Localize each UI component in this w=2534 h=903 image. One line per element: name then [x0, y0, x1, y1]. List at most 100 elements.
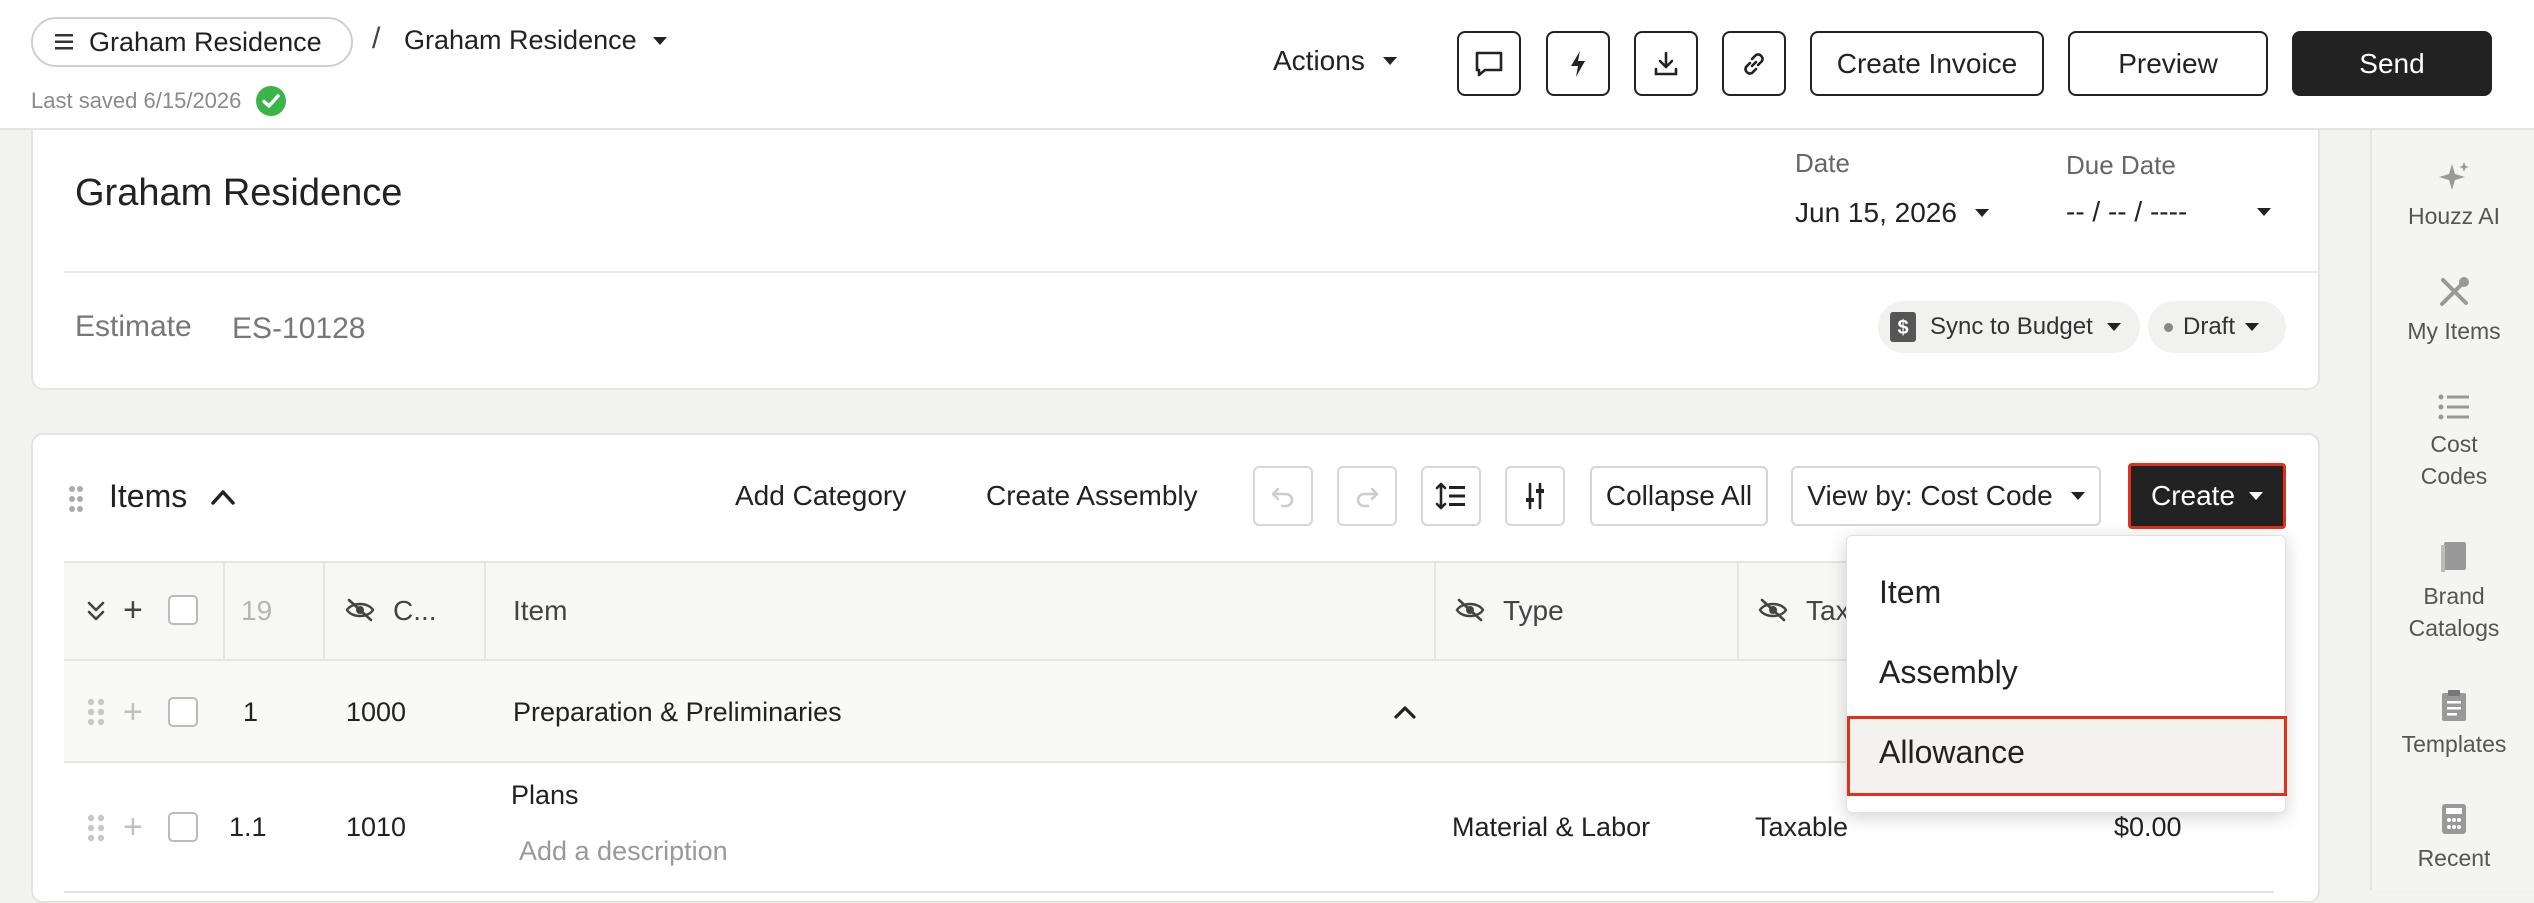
calculator-icon: [2442, 804, 2466, 834]
add-row-icon[interactable]: +: [123, 593, 143, 627]
top-bar: Graham Residence / Graham Residence Last…: [0, 0, 2534, 130]
collapse-all-button[interactable]: Collapse All: [1590, 466, 1768, 526]
sidebar-item-recent[interactable]: Recent: [2372, 802, 2534, 874]
drag-handle-icon[interactable]: [86, 813, 106, 843]
tools-icon: [2440, 277, 2469, 306]
sidebar-item-brand-catalogs[interactable]: Brand Catalogs: [2372, 540, 2534, 644]
sidebar-item-label: Recent: [2417, 845, 2491, 871]
copy-link-button[interactable]: [1722, 31, 1786, 96]
category-name[interactable]: Preparation & Preliminaries: [513, 697, 842, 728]
undo-button[interactable]: [1253, 466, 1313, 526]
column-header-item[interactable]: Item: [513, 595, 567, 627]
preview-button[interactable]: Preview: [2068, 31, 2268, 96]
column-header-code[interactable]: C...: [393, 595, 437, 627]
add-row-icon[interactable]: +: [123, 810, 143, 844]
status-label: Draft: [2183, 313, 2236, 340]
line-height-icon: [1435, 482, 1465, 510]
sidebar-item-label: Templates: [2401, 731, 2507, 757]
sidebar-item-houzz-ai[interactable]: Houzz AI: [2372, 160, 2534, 232]
list-icon: [2438, 394, 2469, 420]
create-menu: Item Assembly Allowance: [1846, 535, 2287, 813]
sidebar-item-label: Cost Codes: [2420, 431, 2488, 489]
sidebar-item-my-items[interactable]: My Items: [2372, 275, 2534, 347]
due-date-value: -- / -- / ----: [2066, 196, 2188, 227]
chevron-down-icon: [2070, 492, 2085, 500]
add-row-icon[interactable]: +: [123, 695, 143, 729]
project-switcher[interactable]: Graham Residence: [31, 17, 353, 67]
sidebar-item-label: Houzz AI: [2407, 203, 2501, 229]
chevron-down-icon: [652, 36, 667, 45]
menu-icon: [55, 34, 73, 50]
actions-dropdown[interactable]: Actions: [1273, 45, 1397, 77]
svg-text:$: $: [1897, 317, 1908, 339]
row-height-button[interactable]: [1421, 466, 1481, 526]
chevron-up-icon[interactable]: [1393, 703, 1417, 721]
item-name[interactable]: Plans: [511, 780, 579, 811]
chevron-up-icon[interactable]: [210, 487, 236, 507]
quick-action-button[interactable]: [1546, 31, 1610, 96]
create-invoice-button[interactable]: Create Invoice: [1810, 31, 2044, 96]
status-dot-icon: [2164, 322, 2173, 332]
eye-off-icon[interactable]: [345, 597, 375, 623]
item-count: 19: [241, 595, 273, 626]
redo-button[interactable]: [1337, 466, 1397, 526]
download-button[interactable]: [1634, 31, 1698, 96]
menu-item-assembly[interactable]: Assembly: [1879, 654, 2018, 691]
redo-icon: [1356, 487, 1379, 508]
eye-off-icon[interactable]: [1758, 597, 1788, 623]
project-switcher-label: Graham Residence: [89, 26, 322, 57]
comment-button[interactable]: [1457, 31, 1521, 96]
item-description-field[interactable]: Add a description: [519, 836, 728, 867]
dollar-document-icon: $: [1890, 312, 1916, 342]
estimate-number: ES-10128: [232, 312, 366, 345]
eye-off-icon[interactable]: [1455, 597, 1485, 623]
breadcrumb-dropdown[interactable]: Graham Residence: [404, 25, 667, 56]
add-category-button[interactable]: Add Category: [735, 480, 906, 512]
chevron-down-icon: [2245, 323, 2260, 331]
menu-item-item[interactable]: Item: [1879, 574, 1941, 611]
create-button[interactable]: Create: [2128, 463, 2286, 529]
row-number: 1.1: [229, 812, 267, 842]
row-code: 1000: [346, 697, 407, 727]
due-date-label: Due Date: [2066, 150, 2176, 180]
breadcrumb-label: Graham Residence: [404, 25, 637, 55]
drag-handle-icon[interactable]: [86, 697, 106, 727]
column-header-type[interactable]: Type: [1503, 595, 1564, 627]
create-assembly-button[interactable]: Create Assembly: [986, 480, 1198, 512]
sliders-icon: [1526, 482, 1544, 510]
undo-icon: [1271, 487, 1294, 508]
chevron-down-icon: [2106, 323, 2121, 331]
estimate-label: Estimate: [75, 310, 192, 343]
select-all-checkbox[interactable]: [168, 595, 198, 625]
column-header-tax[interactable]: Tax: [1806, 595, 1850, 627]
item-type[interactable]: Material & Labor: [1452, 812, 1650, 843]
expand-all-icon[interactable]: [86, 600, 106, 622]
sidebar-item-templates[interactable]: Templates: [2372, 688, 2534, 760]
sidebar-item-cost-codes[interactable]: Cost Codes: [2372, 392, 2534, 492]
chevron-down-icon: [1974, 209, 1989, 217]
column-settings-button[interactable]: [1505, 466, 1565, 526]
date-value: Jun 15, 2026: [1795, 197, 1957, 228]
row-checkbox[interactable]: [168, 812, 198, 842]
sync-to-budget-button[interactable]: $ Sync to Budget: [1878, 301, 2140, 353]
sidebar-item-label: My Items: [2407, 318, 2501, 344]
row-checkbox[interactable]: [168, 697, 198, 727]
drag-handle-icon[interactable]: [68, 485, 84, 513]
chevron-down-icon: [2257, 208, 2271, 216]
clipboard-icon: [2442, 690, 2466, 721]
bolt-icon: [1571, 50, 1585, 77]
view-by-dropdown[interactable]: View by: Cost Code: [1791, 466, 2101, 526]
item-tax[interactable]: Taxable: [1755, 812, 1848, 843]
send-button[interactable]: Send: [2292, 31, 2492, 96]
create-label: Create: [2150, 480, 2236, 511]
menu-item-allowance[interactable]: Allowance: [1879, 734, 2025, 771]
comment-icon: [1475, 51, 1503, 76]
status-dropdown[interactable]: Draft: [2148, 301, 2286, 353]
items-section-title: Items: [109, 478, 188, 514]
view-by-label: View by: Cost Code: [1807, 480, 2053, 511]
breadcrumb-separator: /: [372, 22, 381, 55]
download-icon: [1654, 51, 1678, 75]
due-date-picker[interactable]: -- / -- / ----: [2066, 196, 2271, 228]
date-picker[interactable]: Jun 15, 2026: [1795, 197, 1989, 229]
header-divider: [64, 271, 2320, 273]
